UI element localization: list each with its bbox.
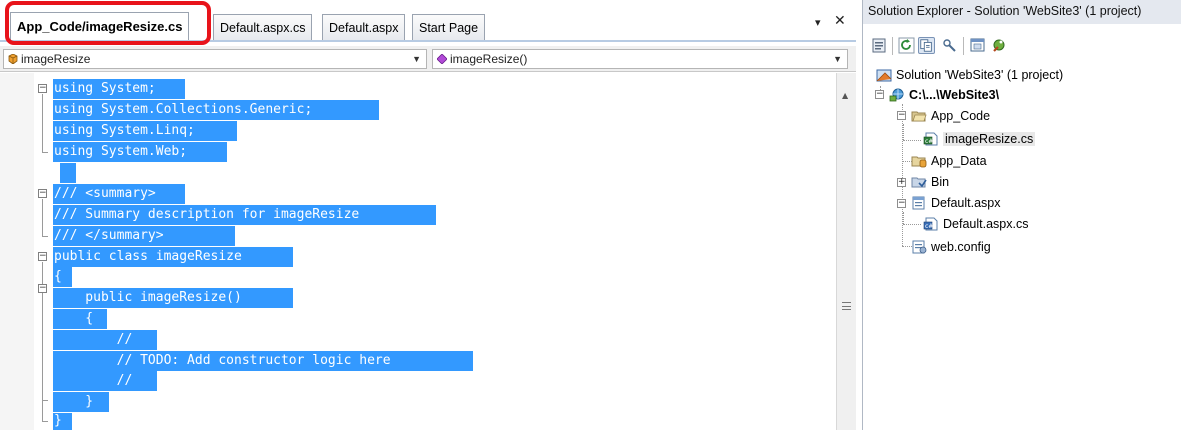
svg-text:c#: c# <box>925 223 933 230</box>
tree-item-label: App_Data <box>931 154 987 168</box>
copy-website-icon[interactable] <box>990 37 1007 54</box>
code-line: public class imageResize <box>54 249 242 264</box>
tree-item-label: web.config <box>931 240 991 254</box>
data-folder-icon <box>911 156 927 168</box>
solution-explorer-toolbar <box>863 34 1181 60</box>
tree-item-web-config[interactable]: web.config <box>911 239 991 256</box>
outline-line <box>42 421 48 422</box>
solution-icon <box>876 69 892 82</box>
outline-line <box>42 236 48 237</box>
tree-item-label: Default.aspx <box>931 196 1001 210</box>
outline-line <box>42 152 48 153</box>
code-line: /// </summary> <box>54 228 164 243</box>
tree-item-label: Solution 'WebSite3' (1 project) <box>896 68 1064 82</box>
code-line: using System.Linq; <box>54 123 195 138</box>
type-combo[interactable]: imageResize ▼ <box>3 49 427 69</box>
tree-line <box>903 140 921 141</box>
tab-strip-divider <box>0 40 856 42</box>
selection-highlight <box>60 163 76 183</box>
tree-item-app-code[interactable]: App_Code <box>911 108 990 125</box>
scroll-up-icon[interactable]: ▲ <box>842 91 848 100</box>
folder-open-icon <box>911 111 927 122</box>
code-line: } <box>54 413 62 428</box>
tree-item-app-data[interactable]: App_Data <box>911 153 987 170</box>
bin-folder-icon <box>911 177 927 188</box>
refresh-icon[interactable] <box>898 37 915 54</box>
tree-item-label: Default.aspx.cs <box>943 217 1029 231</box>
tree-item-solution[interactable]: Solution 'WebSite3' (1 project) <box>876 67 1063 84</box>
website-icon <box>889 88 904 102</box>
code-line: using System.Web; <box>54 144 188 159</box>
code-line: /// <summary> <box>54 186 156 201</box>
code-line: // <box>54 332 133 347</box>
expand-icon[interactable]: + <box>897 178 906 187</box>
nest-related-files-icon[interactable] <box>941 37 958 54</box>
type-combo-value: imageResize <box>21 52 91 66</box>
code-line: // TODO: Add constructor logic here <box>54 353 391 368</box>
editor-pane: App_Code/imageResize.cs Default.aspx.cs … <box>0 0 856 430</box>
active-files-dropdown-icon[interactable]: ▾ <box>815 16 821 29</box>
tab-imageresize-cs[interactable]: App_Code/imageResize.cs <box>10 12 190 42</box>
tree-item-default-aspx[interactable]: Default.aspx <box>911 195 1000 212</box>
config-file-icon <box>912 240 927 254</box>
csharp-file-icon: c# <box>923 132 938 146</box>
tree-item-website[interactable]: C:\...\WebSite3\ <box>889 87 999 104</box>
tree-item-label: Bin <box>931 175 950 189</box>
collapse-icon[interactable]: − <box>38 84 47 93</box>
member-combo[interactable]: imageResize() ▼ <box>432 49 848 69</box>
vertical-scrollbar[interactable]: ▲ <box>836 73 856 430</box>
code-editor[interactable]: using System; using System.Collections.G… <box>0 73 836 430</box>
tree-item-imageresize-cs[interactable]: c# imageResize.cs <box>923 131 1036 148</box>
collapse-icon[interactable]: − <box>897 111 906 120</box>
csharp-codebehind-icon: c# <box>923 217 938 231</box>
code-line: } <box>54 394 94 409</box>
solution-explorer-title: Solution Explorer - Solution 'WebSite3' … <box>863 0 1181 24</box>
tree-line <box>903 212 904 224</box>
method-icon <box>437 54 447 64</box>
scrollbar-grip[interactable] <box>842 302 851 310</box>
code-line: { <box>54 269 62 284</box>
collapse-icon[interactable]: − <box>38 284 47 293</box>
tab-default-aspx-cs[interactable]: Default.aspx.cs <box>213 14 313 41</box>
tree-item-default-aspx-cs[interactable]: c# Default.aspx.cs <box>923 216 1028 233</box>
tab-start-page[interactable]: Start Page <box>412 14 486 41</box>
tree-item-bin[interactable]: Bin <box>911 174 949 191</box>
outline-line <box>42 199 43 236</box>
code-line: /// Summary description for imageResize <box>54 207 360 222</box>
tree-item-label: App_Code <box>931 109 991 123</box>
indicator-margin <box>0 73 34 430</box>
class-icon <box>8 54 18 64</box>
tree-line <box>903 124 904 140</box>
collapse-icon[interactable]: − <box>38 252 47 261</box>
tree-item-label: C:\...\WebSite3\ <box>909 88 1000 102</box>
tree-item-label: imageResize.cs <box>943 132 1036 146</box>
toolbar-separator <box>963 37 964 55</box>
tab-default-aspx[interactable]: Default.aspx <box>322 14 406 41</box>
code-line: public imageResize() <box>54 290 242 305</box>
outline-line <box>42 94 43 152</box>
properties-icon[interactable] <box>871 37 888 54</box>
collapse-icon[interactable]: − <box>897 199 906 208</box>
code-line: using System.Collections.Generic; <box>54 102 313 117</box>
code-line: using System; <box>54 81 156 96</box>
collapse-icon[interactable]: − <box>875 90 884 99</box>
tree-line <box>903 224 921 225</box>
outline-line <box>42 400 48 401</box>
toolbar-separator <box>892 37 893 55</box>
aspx-page-icon <box>912 196 925 210</box>
chevron-down-icon: ▼ <box>412 54 421 64</box>
member-combo-value: imageResize() <box>450 52 528 66</box>
chevron-down-icon: ▼ <box>833 54 842 64</box>
view-designer-icon[interactable] <box>969 37 986 54</box>
document-tab-strip: App_Code/imageResize.cs Default.aspx.cs … <box>0 0 856 45</box>
collapse-icon[interactable]: − <box>38 189 47 198</box>
svg-text:c#: c# <box>925 138 933 145</box>
navigation-bar: imageResize ▼ imageResize() ▼ <box>0 46 856 72</box>
code-line: // <box>54 373 133 388</box>
show-all-files-icon[interactable] <box>918 37 935 54</box>
code-line: { <box>54 311 94 326</box>
solution-explorer-panel: Solution Explorer - Solution 'WebSite3' … <box>862 0 1181 430</box>
close-icon[interactable]: ✕ <box>834 13 846 29</box>
